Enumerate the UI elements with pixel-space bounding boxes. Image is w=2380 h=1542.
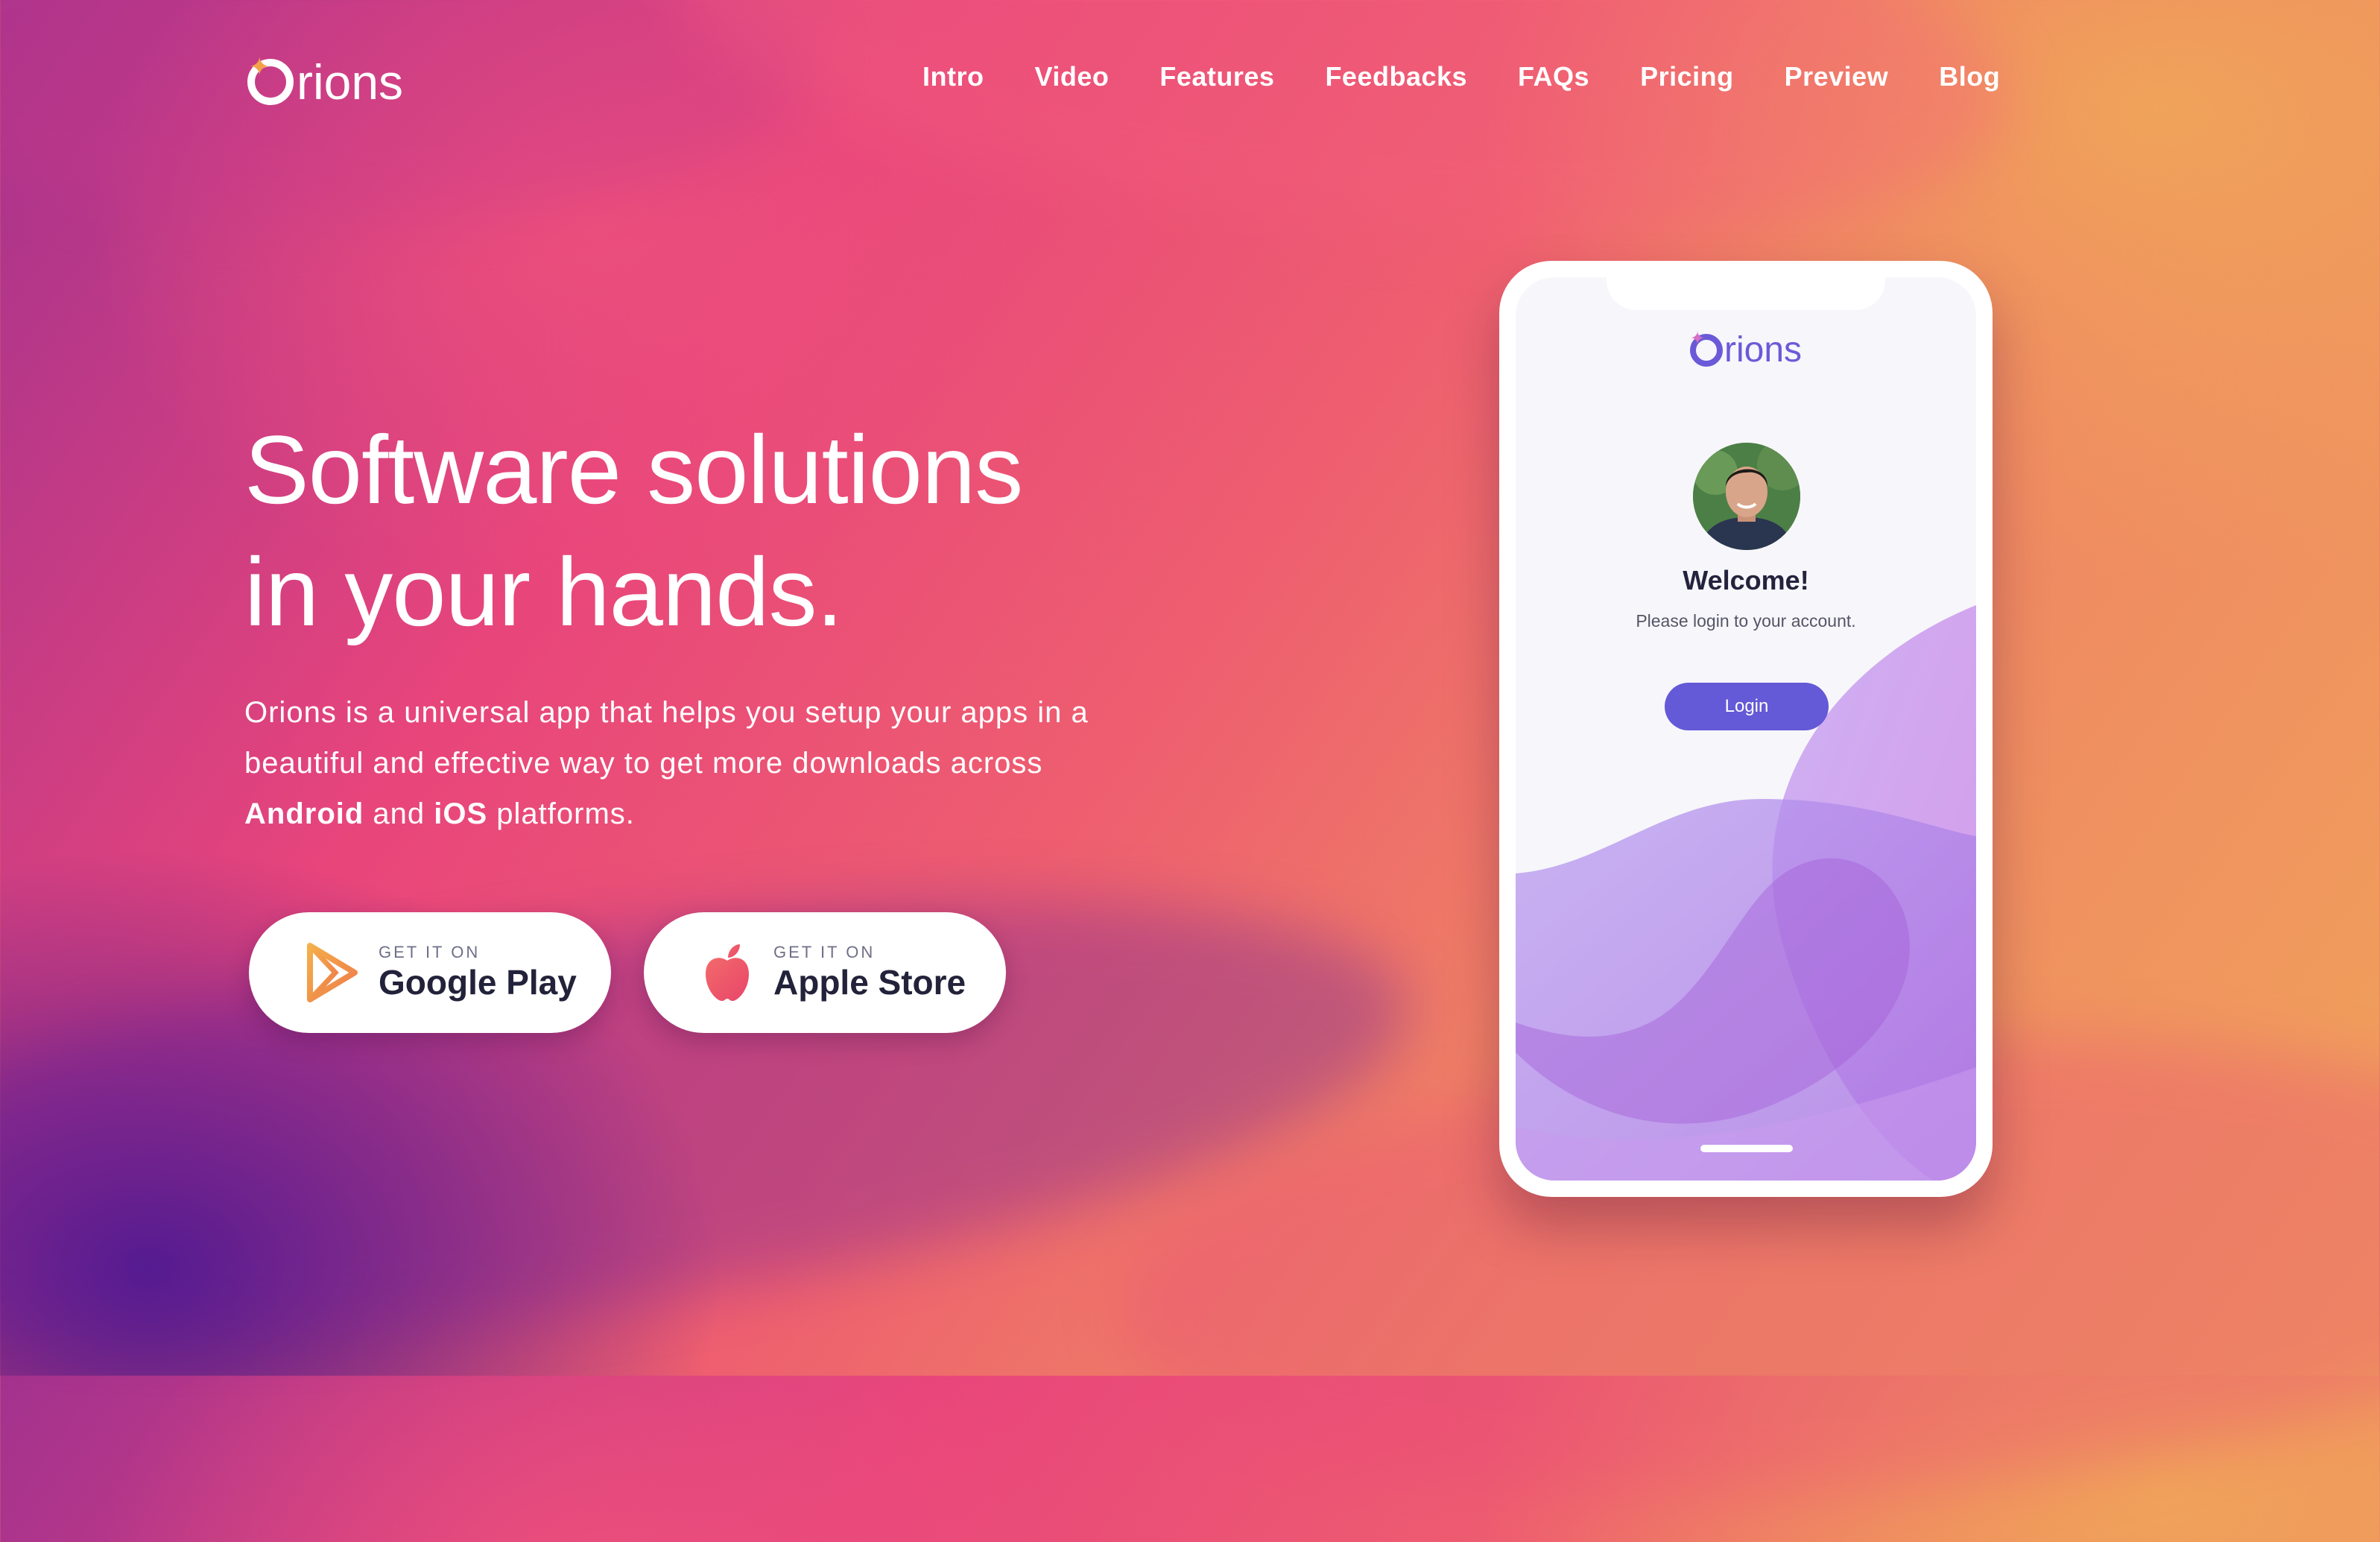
- hero-headline: Software solutions in your hands.: [244, 408, 1139, 653]
- user-avatar: [1693, 443, 1800, 550]
- nav-link-preview[interactable]: Preview: [1785, 61, 1889, 92]
- sparkle-icon: ✦: [249, 52, 270, 82]
- phone-notch: [1607, 277, 1885, 310]
- app-logo: ✦ rions: [1516, 329, 1976, 370]
- phone-screen: ✦ rions Welcome! Please login to your ac…: [1516, 277, 1976, 1181]
- description-text: Orions is a universal app that helps you…: [244, 696, 1089, 780]
- description-text: and: [364, 797, 434, 830]
- phone-mockup: ✦ rions Welcome! Please login to your ac…: [1499, 261, 1993, 1197]
- google-play-small-label: GET IT ON: [379, 943, 481, 961]
- google-play-icon: [303, 943, 362, 1002]
- sparkle-icon: ✦: [1689, 328, 1706, 349]
- background-wave: [0, 0, 820, 224]
- nav-link-intro[interactable]: Intro: [922, 61, 984, 92]
- description-text: platforms.: [487, 797, 635, 830]
- logo-o-mark: ✦: [247, 54, 294, 105]
- login-button[interactable]: Login: [1665, 683, 1829, 730]
- android-label: Android: [244, 797, 364, 830]
- nav-link-pricing[interactable]: Pricing: [1640, 61, 1734, 92]
- google-play-button[interactable]: GET IT ON Google Play: [249, 912, 611, 1033]
- apple-store-button[interactable]: GET IT ON Apple Store: [644, 912, 1006, 1033]
- nav-link-feedbacks[interactable]: Feedbacks: [1325, 61, 1467, 92]
- login-prompt-text: Please login to your account.: [1636, 611, 1856, 631]
- apple-icon: [697, 943, 757, 1002]
- app-logo-o-mark: ✦: [1689, 329, 1723, 367]
- nav-link-features[interactable]: Features: [1159, 61, 1274, 92]
- background-wave: [654, 0, 2028, 293]
- hero-headline-line2: in your hands.: [244, 537, 844, 646]
- apple-store-big-label: Apple Store: [773, 963, 966, 1002]
- google-play-big-label: Google Play: [379, 963, 577, 1002]
- hero-headline-line1: Software solutions: [244, 415, 1023, 524]
- nav-link-faqs[interactable]: FAQs: [1518, 61, 1589, 92]
- logo-text: rions: [297, 54, 404, 110]
- ios-label: iOS: [434, 797, 488, 830]
- home-indicator: [1700, 1145, 1793, 1152]
- main-nav: Intro Video Features Feedbacks FAQs Pric…: [922, 61, 2000, 92]
- app-logo-text: rions: [1724, 330, 1803, 370]
- hero-description: Orions is a universal app that helps you…: [244, 687, 1124, 839]
- welcome-heading: Welcome!: [1683, 565, 1809, 595]
- site-logo[interactable]: ✦ rions: [247, 52, 403, 112]
- apple-store-small-label: GET IT ON: [773, 943, 876, 961]
- nav-link-blog[interactable]: Blog: [1939, 61, 2000, 92]
- nav-link-video[interactable]: Video: [1034, 61, 1109, 92]
